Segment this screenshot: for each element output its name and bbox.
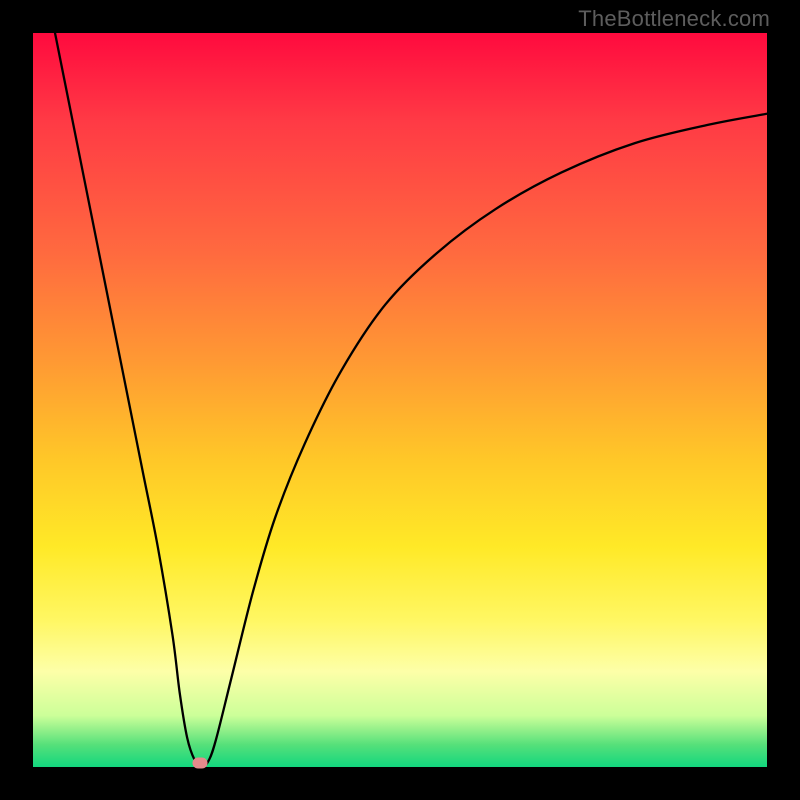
attribution-text: TheBottleneck.com [578, 6, 770, 32]
minimum-marker [192, 757, 207, 768]
bottleneck-curve [33, 33, 767, 767]
chart-frame: TheBottleneck.com [0, 0, 800, 800]
plot-area [33, 33, 767, 767]
